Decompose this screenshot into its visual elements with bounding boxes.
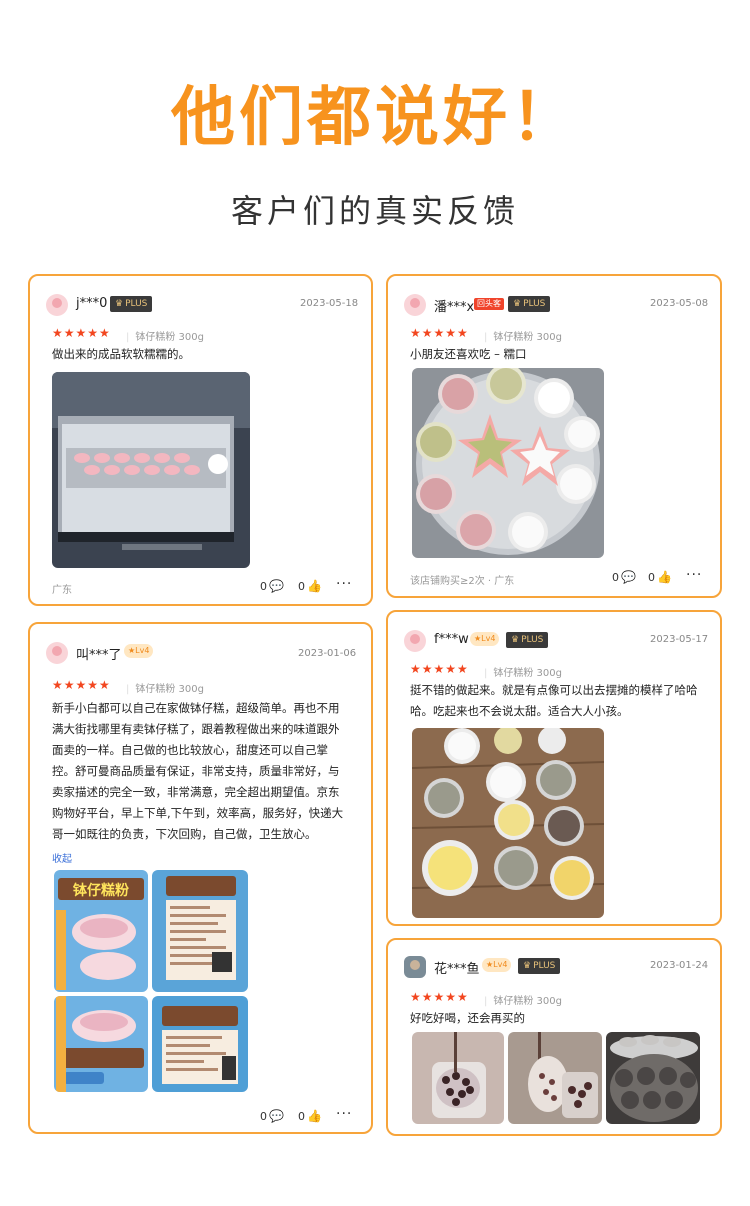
crown-icon: ♛ [115, 299, 124, 309]
review-line: 卖家描述的完全一致，非常满意，完全超出期望值。京东 [52, 785, 340, 799]
username[interactable]: 花***鱼 [434, 958, 480, 977]
comment-button[interactable]: 0 💬 [260, 1109, 284, 1123]
review-photo[interactable] [412, 368, 604, 558]
review-text: 做出来的成品软软糯糯的。 [52, 347, 190, 361]
review-date: 2023-05-08 [650, 298, 709, 309]
star-rating: ★★★★★ [410, 662, 469, 676]
review-photo[interactable] [412, 728, 604, 918]
level-badge: ★Lv4 [124, 644, 154, 658]
like-button[interactable]: 0 👍 [648, 570, 672, 584]
review-line: 控。舒可曼商品质量有保证，非常支持，质量非常好，与 [52, 764, 340, 778]
level-badge: ★Lv4 [470, 632, 500, 646]
review-date: 2023-01-24 [650, 960, 709, 971]
username[interactable]: 潘***x [434, 296, 474, 315]
like-button[interactable]: 0 👍 [298, 1109, 322, 1123]
avatar[interactable] [46, 294, 68, 316]
comment-bubble-icon: 💬 [269, 1109, 284, 1123]
avatar[interactable] [404, 630, 426, 652]
page-title: 他们都说好！ [171, 81, 579, 155]
collapse-link[interactable]: 收起 [52, 850, 72, 865]
packaging-text: 钵仔糕粉 [72, 882, 129, 899]
review-photo[interactable] [54, 996, 148, 1092]
review-photo[interactable] [152, 996, 248, 1092]
review-photo[interactable] [52, 372, 250, 568]
like-button[interactable]: 0 👍 [298, 579, 322, 593]
star-rating: ★★★★★ [52, 678, 111, 692]
review-line: 满大街找哪里有卖钵仔糕了，跟着教程做出来的味道跟外 [52, 722, 340, 736]
review-text: 新手小白都可以自己在家做钵仔糕，超级简单。再也不用 满大街找哪里有卖钵仔糕了，跟… [52, 698, 362, 845]
review-photo[interactable] [606, 1032, 700, 1124]
more-dots-icon[interactable]: ··· [336, 576, 352, 592]
plus-badge: ♛ PLUS [506, 632, 549, 648]
review-text: 小朋友还喜欢吃 – 糯口 [410, 347, 527, 361]
review-date: 2023-05-17 [650, 634, 709, 645]
review-text: 挺不错的做起来。就是有点像可以出去摆摊的模样了哈哈 哈。吃起来也不会说太甜。适合… [410, 680, 716, 722]
review-line: 新手小白都可以自己在家做钵仔糕，超级简单。再也不用 [52, 701, 340, 715]
review-line: 哈。吃起来也不会说太甜。适合大人小孩。 [410, 704, 629, 718]
review-photo[interactable] [412, 1032, 504, 1124]
returning-customer-badge: 回头客 [474, 298, 504, 310]
review-card: 潘***x 回头客 ♛ PLUS 2023-05-08 ★★★★★ | 钵仔糕粉 3… [386, 274, 722, 598]
plus-badge: ♛ PLUS [518, 958, 561, 974]
review-line: 挺不错的做起来。就是有点像可以出去摆摊的模样了哈哈 [410, 683, 698, 697]
avatar[interactable] [404, 956, 426, 978]
review-line: 面卖的一样。自己做的也比较放心，甜度还可以自己掌 [52, 743, 328, 757]
more-dots-icon[interactable]: ··· [336, 1106, 352, 1122]
review-card: 叫***了 ★Lv4 2023-01-06 ★★★★★ | 钵仔糕粉 300g 新… [28, 622, 373, 1134]
review-line: 购物好平台，早上下单,下午到，效率高，服务好，快递大 [52, 806, 344, 820]
comment-button[interactable]: 0 💬 [612, 570, 636, 584]
comment-button[interactable]: 0 💬 [260, 579, 284, 593]
review-date: 2023-05-18 [300, 298, 359, 309]
review-photo[interactable] [508, 1032, 602, 1124]
review-card: 花***鱼 ★Lv4 ♛ PLUS 2023-01-24 ★★★★★ | 钵仔糕粉 … [386, 938, 722, 1136]
thumbs-up-icon: 👍 [307, 579, 322, 593]
star-rating: ★★★★★ [410, 990, 469, 1004]
username[interactable]: j***0 [76, 296, 107, 311]
crown-icon: ♛ [523, 961, 532, 971]
thumbs-up-icon: 👍 [657, 570, 672, 584]
comment-bubble-icon: 💬 [269, 579, 284, 593]
star-rating: ★★★★★ [410, 326, 469, 340]
plus-badge: ♛ PLUS [508, 296, 551, 312]
review-photo[interactable] [152, 870, 248, 992]
review-line: 哥一如既往的负责，下次回购，自己做，卫生放心。 [52, 827, 317, 841]
location: 广东 [52, 585, 72, 596]
comment-bubble-icon: 💬 [621, 570, 636, 584]
review-card: f***w ★Lv4 ♛ PLUS 2023-05-17 ★★★★★ | 钵仔糕粉 … [386, 610, 722, 926]
plus-badge: ♛ PLUS [110, 296, 153, 312]
product-spec: | 钵仔糕粉 300g [126, 332, 204, 343]
username[interactable]: f***w [434, 632, 469, 647]
product-spec: | 钵仔糕粉 300g [484, 668, 562, 679]
product-spec: | 钵仔糕粉 300g [484, 996, 562, 1007]
review-text: 好吃好喝，还会再买的 [410, 1011, 525, 1025]
review-photo[interactable]: 钵仔糕粉 [54, 870, 148, 992]
review-card: j***0 ♛ PLUS 2023-05-18 ★★★★★ | 钵仔糕粉 300g … [28, 274, 373, 606]
crown-icon: ♛ [511, 635, 520, 645]
more-dots-icon[interactable]: ··· [686, 567, 702, 583]
purchase-info: 该店铺购买≥2次 · 广东 [410, 576, 515, 587]
crown-icon: ♛ [513, 299, 522, 309]
avatar[interactable] [46, 642, 68, 664]
review-date: 2023-01-06 [298, 648, 357, 659]
username[interactable]: 叫***了 [76, 644, 122, 663]
star-rating: ★★★★★ [52, 326, 111, 340]
page-subtitle: 客户们的真实反馈 [230, 192, 519, 230]
avatar[interactable] [404, 294, 426, 316]
product-spec: | 钵仔糕粉 300g [126, 684, 204, 695]
product-spec: | 钵仔糕粉 300g [484, 332, 562, 343]
thumbs-up-icon: 👍 [307, 1109, 322, 1123]
level-badge: ★Lv4 [482, 958, 512, 972]
